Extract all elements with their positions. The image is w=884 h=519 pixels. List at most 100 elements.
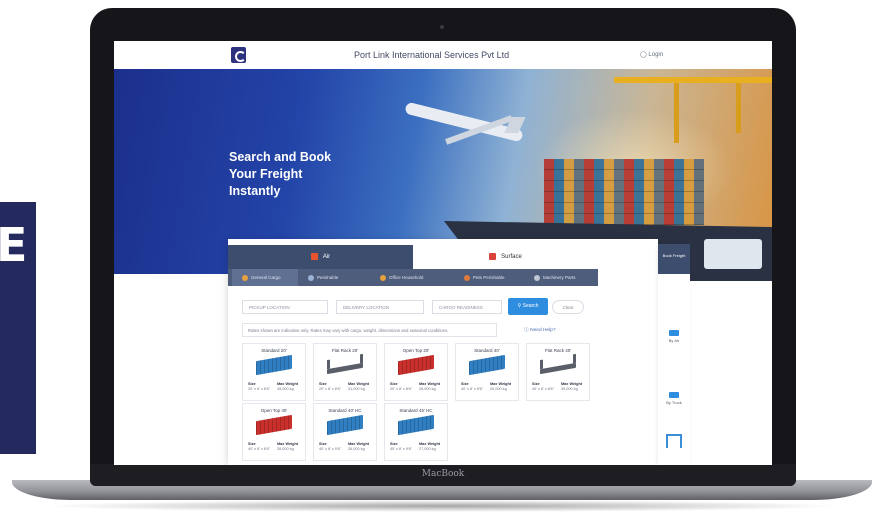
- need-help-link[interactable]: ⓘ Need Help?: [524, 326, 556, 333]
- category-office-household[interactable]: Office Household: [380, 269, 450, 286]
- size-value: 40' x 8' x 9'6": [319, 447, 342, 451]
- rail-header[interactable]: Book Freight: [658, 244, 690, 274]
- crane-leg: [674, 83, 679, 143]
- search-button[interactable]: ⚲ Search: [508, 298, 548, 315]
- company-name: Port Link International Services Pvt Ltd: [354, 50, 510, 60]
- container-card[interactable]: Standard 40' HC Size 40' x 8' x 9'6" Max We…: [313, 403, 377, 461]
- device-label: MacBook: [421, 469, 465, 479]
- rail-item-air[interactable]: By Air: [658, 330, 690, 343]
- crane-beam: [614, 77, 772, 83]
- container-card[interactable]: Open Top 20' Size 20' x 8' x 8'6" Max Weigh…: [384, 343, 448, 401]
- size-label: Size: [319, 442, 327, 446]
- size-value: 20' x 8' x 8'6": [390, 387, 413, 391]
- size-label: Size: [319, 382, 327, 386]
- category-perishable[interactable]: Perishable: [308, 269, 374, 286]
- container-max-weight: Max Weight 26,000 kg: [277, 442, 298, 452]
- rail-item-label: By Truck: [666, 400, 682, 405]
- max-weight-label: Max Weight: [348, 382, 370, 386]
- search-button-label: Search: [522, 303, 539, 309]
- category-pets[interactable]: Pets Perishable: [464, 269, 528, 286]
- company-logo[interactable]: [231, 47, 246, 63]
- delivery-location-input[interactable]: DELIVERY LOCATION: [336, 300, 424, 314]
- max-weight-value: 26,000 kg: [277, 447, 294, 451]
- container-size: Size 40' x 8' x 8'6": [532, 382, 554, 392]
- container-max-weight: Max Weight 26,000 kg: [348, 442, 369, 452]
- container-card-title: Open Top 40': [260, 408, 288, 413]
- max-weight-value: 28,000 kg: [419, 387, 436, 391]
- container-size: Size 20' x 8' x 8'6": [390, 382, 412, 392]
- truck: [704, 239, 762, 269]
- quick-book-rail: Book Freight By Air By Truck: [658, 244, 690, 465]
- max-weight-label: Max Weight: [277, 442, 299, 446]
- max-weight-label: Max Weight: [277, 382, 299, 386]
- container-card-title: Standard 40': [474, 348, 500, 353]
- container-size: Size 40' x 8' x 8'6": [461, 382, 483, 392]
- site-header: Port Link International Services Pvt Ltd…: [114, 41, 772, 70]
- size-value: 20' x 8' x 8'6": [319, 387, 342, 391]
- booking-panel: Air Surface General Cargo Perishable Off…: [228, 239, 658, 465]
- max-weight-label: Max Weight: [348, 442, 370, 446]
- gear-icon: [534, 274, 540, 281]
- container-max-weight: Max Weight 28,000 kg: [419, 382, 440, 392]
- container-size: Size 45' x 8' x 9'6": [390, 442, 412, 452]
- container-icon: [256, 414, 292, 436]
- rail-item-truck[interactable]: By Truck: [658, 392, 690, 405]
- size-label: Size: [390, 442, 398, 446]
- category-label: Pets Perishable: [473, 275, 505, 280]
- screen: Port Link International Services Pvt Ltd…: [114, 41, 772, 465]
- category-general-cargo[interactable]: General Cargo: [232, 269, 298, 286]
- laptop-shadow: [40, 500, 844, 512]
- pickup-location-input[interactable]: PICKUP LOCATION: [242, 300, 328, 314]
- rates-notice: Rates shown are indicative only. Rates m…: [242, 323, 497, 337]
- container-card[interactable]: Open Top 40' Size 40' x 8' x 8'6" Max Weigh…: [242, 403, 306, 461]
- category-label: Perishable: [317, 275, 339, 280]
- tab-surface[interactable]: Surface: [413, 245, 598, 269]
- sofa-icon: [380, 274, 386, 281]
- size-label: Size: [248, 442, 256, 446]
- size-label: Size: [248, 382, 256, 386]
- category-machinery[interactable]: Machinery Parts: [534, 269, 598, 286]
- plane-icon: [669, 330, 679, 336]
- size-value: 45' x 8' x 9'6": [390, 447, 413, 451]
- hero-title: Search and Book Your Freight Instantly: [229, 149, 369, 200]
- container-card[interactable]: Standard 45' HC Size 45' x 8' x 9'6" Max We…: [384, 403, 448, 461]
- cargo-readiness-input[interactable]: CARGO READINESS: [432, 300, 502, 314]
- camera-dot: [440, 25, 444, 29]
- size-value: 40' x 8' x 8'6": [461, 387, 484, 391]
- container-card-title: Standard 40' HC: [328, 408, 362, 413]
- clear-button[interactable]: Clear: [552, 300, 584, 314]
- leaf-icon: [308, 274, 314, 281]
- container-size: Size 20' x 8' x 8'6": [248, 382, 270, 392]
- container-icon: [256, 354, 292, 376]
- container-card[interactable]: Flat Rack 40' Size 40' x 8' x 8'6" Max Weig…: [526, 343, 590, 401]
- container-icon: [327, 362, 363, 375]
- max-weight-value: 27,000 kg: [419, 447, 436, 451]
- container-icon: [469, 354, 505, 376]
- container-card[interactable]: Flat Rack 20' Size 20' x 8' x 8'6" Max Weig…: [313, 343, 377, 401]
- login-label: Login: [648, 52, 664, 58]
- side-brand-letter: E: [0, 218, 28, 272]
- laptop-bezel: MacBook Port Link International Services…: [90, 8, 796, 486]
- max-weight-value: 26,000 kg: [490, 387, 507, 391]
- container-card-title: Standard 20': [261, 348, 287, 353]
- plane-icon: [310, 252, 318, 260]
- size-value: 40' x 8' x 8'6": [532, 387, 555, 391]
- container-icon: [540, 362, 576, 375]
- login-link[interactable]: ◯ Login: [640, 51, 663, 58]
- hero-title-line: Search and Book: [229, 150, 332, 164]
- container-card-title: Flat Rack 40': [544, 348, 572, 353]
- container-card[interactable]: Standard 20' Size 20' x 8' x 8'6" Max Weigh…: [242, 343, 306, 401]
- category-label: Office Household: [389, 275, 424, 280]
- container-card-title: Standard 45' HC: [399, 408, 433, 413]
- ship-icon: [489, 252, 497, 260]
- container-card[interactable]: Standard 40' Size 40' x 8' x 8'6" Max Weigh…: [455, 343, 519, 401]
- rail-item-label: By Air: [668, 338, 680, 343]
- warehouse-icon[interactable]: [666, 434, 682, 448]
- tab-air[interactable]: Air: [228, 245, 413, 269]
- tab-surface-label: Surface: [501, 254, 522, 260]
- paw-icon: [464, 274, 470, 281]
- side-brand-tag: E: [0, 202, 36, 454]
- tab-air-label: Air: [322, 254, 331, 260]
- container-size: Size 40' x 8' x 8'6": [248, 442, 270, 452]
- container-icon: [398, 354, 434, 376]
